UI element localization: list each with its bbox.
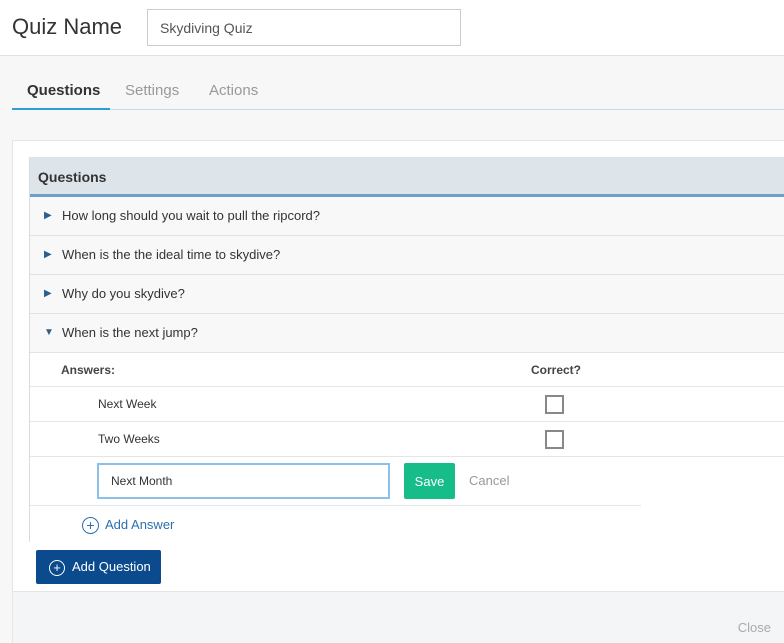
answer-edit-row: Save Cancel — [30, 457, 641, 506]
question-row[interactable]: ▶ Why do you skydive? — [30, 275, 784, 314]
correct-column-header: Correct? — [531, 363, 582, 377]
questions-card: Questions ▶ How long should you wait to … — [12, 140, 784, 643]
quiz-header: Quiz Name — [0, 0, 784, 56]
add-answer-label: Add Answer — [105, 517, 175, 532]
caret-right-icon: ▶ — [44, 249, 52, 260]
correct-checkbox[interactable] — [545, 395, 564, 414]
add-question-button[interactable]: + Add Question — [36, 550, 161, 584]
tab-settings[interactable]: Settings — [110, 82, 194, 110]
answer-row: Next Week — [30, 387, 784, 422]
plus-circle-icon: + — [82, 517, 99, 535]
answer-row: Two Weeks — [30, 422, 784, 457]
answers-header: Answers: Correct? — [30, 353, 784, 387]
answer-text: Next Week — [98, 397, 157, 411]
save-button[interactable]: Save — [404, 463, 455, 499]
answers-column-header: Answers: — [61, 363, 116, 377]
caret-right-icon: ▶ — [44, 210, 52, 221]
question-row[interactable]: ▶ How long should you wait to pull the r… — [30, 197, 784, 236]
question-text: How long should you wait to pull the rip… — [62, 208, 320, 223]
cancel-link[interactable]: Cancel — [469, 473, 509, 488]
correct-checkbox[interactable] — [545, 430, 564, 449]
card-footer: Close — [13, 591, 784, 643]
answers-area: Answers: Correct? Next Week Two Weeks Sa… — [30, 353, 784, 543]
tab-actions[interactable]: Actions — [194, 82, 273, 110]
question-text: Why do you skydive? — [62, 286, 185, 301]
question-row-expanded[interactable]: ▼ When is the next jump? — [30, 314, 784, 353]
caret-down-icon: ▼ — [44, 327, 54, 338]
add-answer-button[interactable]: + Add Answer — [82, 516, 174, 536]
questions-panel: Questions ▶ How long should you wait to … — [29, 157, 784, 543]
question-row[interactable]: ▶ When is the the ideal time to skydive? — [30, 236, 784, 275]
quiz-name-label: Quiz Name — [12, 14, 123, 39]
question-text: When is the the ideal time to skydive? — [62, 247, 281, 262]
tab-questions[interactable]: Questions — [12, 82, 110, 110]
question-text: When is the next jump? — [62, 325, 198, 340]
add-question-label: Add Question — [72, 559, 151, 574]
answer-edit-input[interactable] — [97, 463, 390, 499]
quiz-name-input[interactable] — [147, 9, 461, 46]
tab-bar: Questions Settings Actions — [12, 76, 784, 110]
answer-text: Two Weeks — [98, 432, 160, 446]
close-button[interactable]: Close — [738, 620, 771, 635]
panel-title: Questions — [30, 157, 784, 197]
caret-right-icon: ▶ — [44, 288, 52, 299]
plus-circle-icon: + — [49, 559, 65, 576]
